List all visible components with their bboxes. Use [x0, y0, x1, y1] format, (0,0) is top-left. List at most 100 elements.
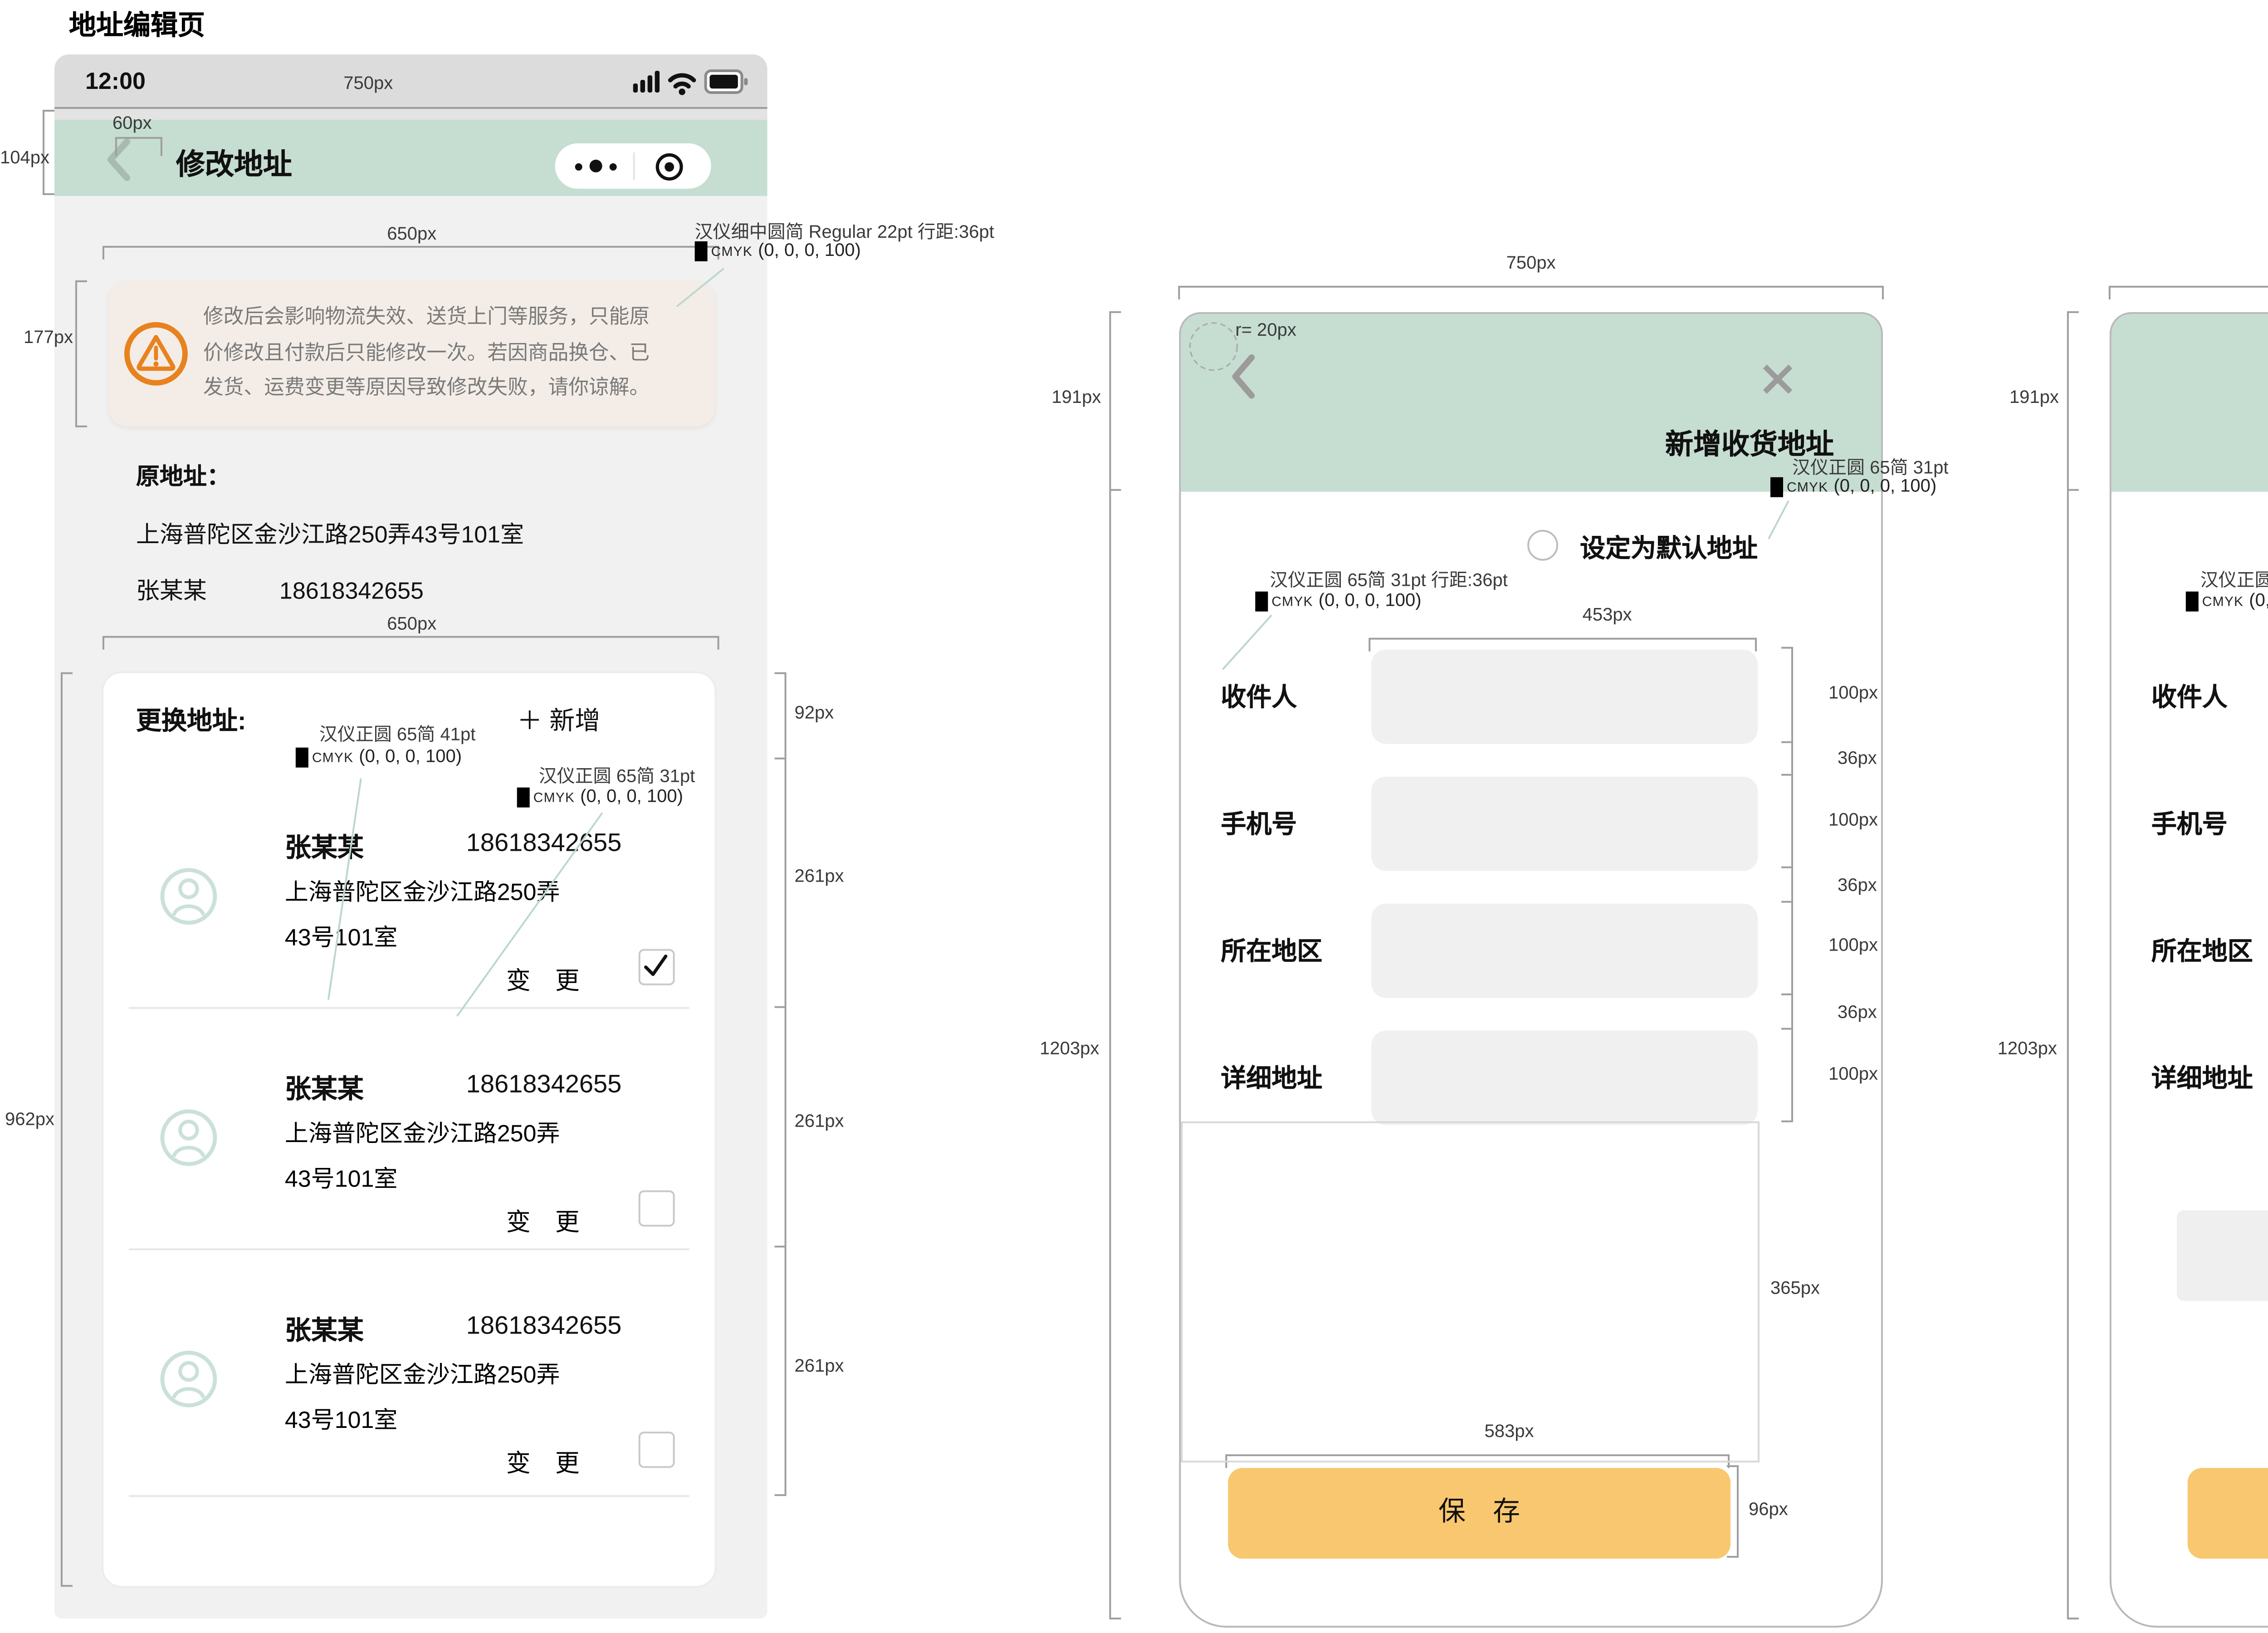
- measure-label-750: 750px: [332, 74, 405, 94]
- more-dots-icon[interactable]: [590, 160, 602, 172]
- avatar-icon: [160, 1350, 218, 1408]
- row-address-line2: 43号101室: [285, 1401, 398, 1435]
- cmyk-spec: CMYK (0, 0, 0, 100): [695, 241, 861, 261]
- close-icon[interactable]: [1761, 363, 1794, 396]
- measure-label-261: 261px: [795, 1357, 844, 1377]
- measure-label-36: 36px: [1838, 1003, 1877, 1023]
- measure-750-right: [2110, 287, 2268, 299]
- row-address-line1: 上海普陀区金沙江路250弄: [285, 1355, 560, 1390]
- original-address-block: 原地址： 上海普陀区金沙江路250弄43号101室 张某某18618342655: [136, 457, 735, 606]
- measure-label-100: 100px: [1828, 684, 1878, 704]
- design-spec-canvas: 地址编辑页 12:00: [0, 0, 2268, 1633]
- measure-191-1203-mid: [1110, 312, 1121, 1618]
- add-address-button[interactable]: ＋ 新增: [517, 702, 601, 739]
- cmyk-value: (0, 0, 0, 100): [359, 748, 462, 768]
- font-spec-round31: 汉仪正圆 65简 31pt: [539, 760, 695, 788]
- cmyk-label: CMYK: [1787, 479, 1828, 495]
- phone-mockup-change-address: 地址变更 设定为默认地址 收件人 张某某 手机号 18618342655 所在地…: [2110, 312, 2268, 1628]
- measure-label-261: 261px: [795, 868, 844, 888]
- warning-line: 修改后会影响物流失效、送货上门等服务，只能原: [203, 301, 704, 337]
- measure-label-104: 104px: [0, 149, 38, 169]
- measure-label-583: 583px: [1473, 1422, 1545, 1442]
- measure-label-261: 261px: [795, 1112, 844, 1132]
- save-button[interactable]: 保 存: [2188, 1468, 2268, 1559]
- save-button[interactable]: 保 存: [1228, 1468, 1730, 1559]
- measure-191-1203-right: [2068, 312, 2079, 1618]
- mobile-input[interactable]: [1371, 777, 1758, 871]
- measure-label-191: 191px: [2004, 388, 2059, 408]
- original-address-label: 原地址：: [136, 457, 735, 492]
- nav-title: 修改地址: [176, 140, 292, 183]
- alert-icon: [122, 319, 191, 388]
- nav-header: 地址变更: [2112, 314, 2268, 492]
- change-button[interactable]: 变 更: [506, 960, 580, 996]
- recipient-name: 张某某: [285, 1310, 364, 1348]
- status-band: [54, 109, 767, 120]
- measure-label-650: 650px: [376, 615, 448, 635]
- measure-label-365: 365px: [1770, 1279, 1820, 1299]
- measure-label-60: 60px: [112, 114, 152, 134]
- signal-icon: [633, 71, 660, 93]
- font-spec-round41: 汉仪正圆 65简 41pt: [319, 719, 476, 746]
- address-row[interactable]: 张某某 18618342655 上海普陀区金沙江路250弄 43号101室 变 …: [103, 1007, 715, 1248]
- set-default-label: 设定为默认地址: [1580, 530, 1758, 566]
- radius-label-20: r= 20px: [1235, 321, 1296, 341]
- cmyk-spec: CMYK (0, 0, 0, 100): [1770, 477, 1936, 497]
- measure-label-191: 191px: [1046, 388, 1101, 408]
- cmyk-value: (0, 0, 0, 100): [1833, 477, 1936, 497]
- default-radio[interactable]: [1527, 530, 1558, 561]
- cmyk-spec: CMYK (0, 0, 0, 100): [2186, 592, 2268, 612]
- miniprogram-capsule: [555, 143, 711, 189]
- close-circle-icon[interactable]: [655, 152, 684, 181]
- check-icon: [640, 951, 671, 981]
- measure-label-100: 100px: [1828, 811, 1878, 831]
- field-label-recipient: 收件人: [1221, 650, 1297, 744]
- list-title: 更换地址:: [136, 702, 246, 739]
- measure-label-962: 962px: [4, 1110, 54, 1130]
- more-dots-icon[interactable]: [575, 162, 583, 171]
- more-dots-icon[interactable]: [610, 162, 618, 171]
- detail-address-input[interactable]: [1371, 1030, 1758, 1125]
- original-name: 张某某: [136, 577, 207, 604]
- warning-text: 修改后会影响物流失效、送货上门等服务，只能原 价修改且付款后只能修改一次。若因商…: [203, 301, 704, 407]
- field-label-detail: 详细地址: [2151, 1030, 2253, 1125]
- cmyk-label: CMYK: [2202, 593, 2244, 610]
- row-address-line1: 上海普陀区金沙江路250弄: [285, 873, 560, 907]
- measure-label-650: 650px: [376, 225, 448, 245]
- warning-line: 价修改且付款后只能修改一次。若因商品换仓、已: [203, 337, 704, 372]
- back-chevron-icon[interactable]: [1230, 354, 1257, 399]
- warning-line: 发货、运费变更等原因导致修改失败，请你谅解。: [203, 372, 704, 407]
- recipient-phone: 18618342655: [466, 1310, 622, 1339]
- measure-label-36: 36px: [1838, 750, 1877, 770]
- font-spec-round31lh: 汉仪正圆 65简 31pt 行距:36pt: [2200, 564, 2268, 592]
- back-chevron-icon[interactable]: [105, 138, 134, 181]
- wifi-icon: [670, 75, 694, 95]
- cmyk-value: (0, 0, 0, 100): [1319, 592, 1422, 612]
- warning-banner: 修改后会影响物流失效、送货上门等服务，只能原 价修改且付款后只能修改一次。若因商…: [109, 281, 715, 427]
- font-spec-round31: 汉仪正圆 65简 31pt: [1792, 452, 1949, 479]
- checkbox-unchecked[interactable]: [639, 1190, 675, 1226]
- color-swatch: [1255, 592, 1268, 612]
- original-phone: 18618342655: [279, 577, 424, 604]
- measure-label-1203: 1203px: [1984, 1040, 2057, 1059]
- checkbox-unchecked[interactable]: [639, 1432, 675, 1468]
- checkbox-checked[interactable]: [639, 949, 675, 985]
- field-label-region: 所在地区: [1221, 904, 1322, 998]
- recipient-name: 张某某: [285, 1069, 364, 1107]
- phone-mockup-edit-address: 12:00: [54, 54, 767, 1618]
- font-spec-round31lh: 汉仪正圆 65简 31pt 行距:36pt: [1270, 564, 1508, 592]
- measure-label-177: 177px: [24, 329, 71, 348]
- avatar-icon: [160, 1108, 218, 1167]
- delete-button[interactable]: 删 除: [2177, 1210, 2268, 1301]
- color-swatch: [1770, 477, 1783, 497]
- recipient-name: 张某某: [285, 828, 364, 866]
- page-title: 地址编辑页: [69, 5, 205, 44]
- measure-label-92: 92px: [795, 704, 834, 724]
- change-button[interactable]: 变 更: [506, 1442, 580, 1479]
- cmyk-spec: CMYK (0, 0, 0, 100): [1255, 592, 1421, 612]
- address-row[interactable]: 张某某 18618342655 上海普陀区金沙江路250弄 43号101室 变 …: [103, 1248, 715, 1490]
- recipient-input[interactable]: [1371, 650, 1758, 744]
- change-button[interactable]: 变 更: [506, 1201, 580, 1237]
- capsule-divider: [633, 152, 635, 180]
- region-input[interactable]: [1371, 904, 1758, 998]
